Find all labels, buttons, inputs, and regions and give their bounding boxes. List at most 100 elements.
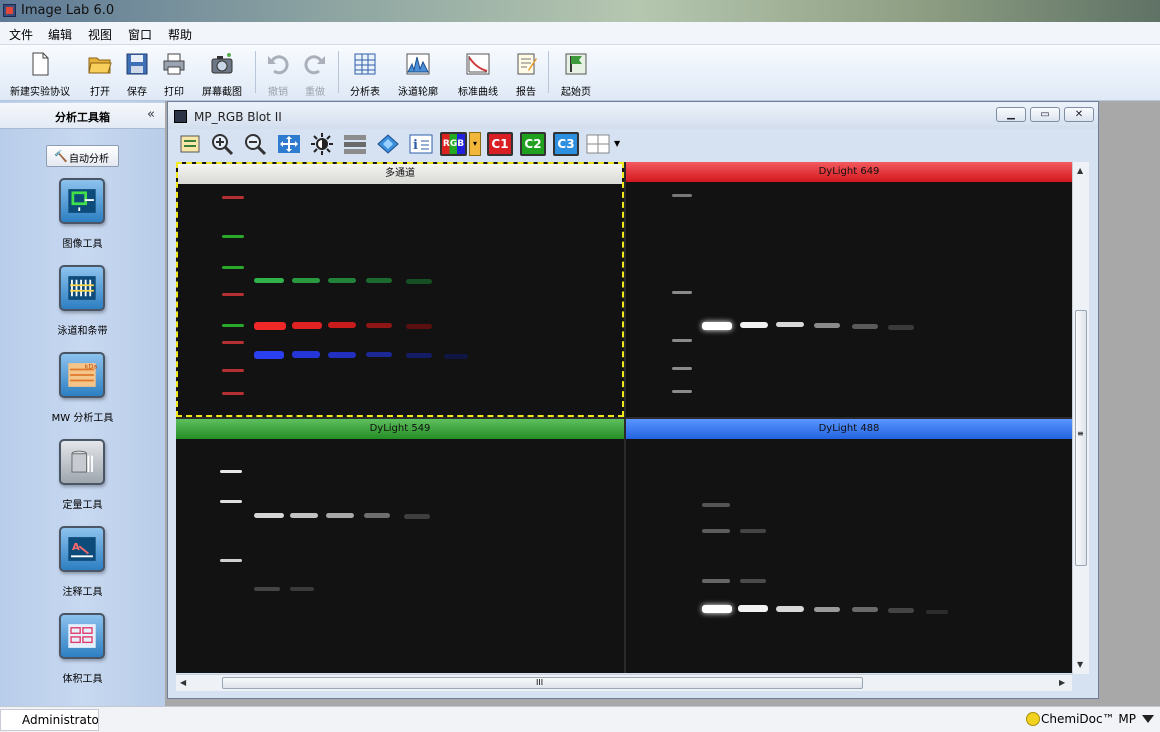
toolbar-separator: [548, 51, 549, 93]
fit-window-icon[interactable]: [276, 132, 302, 156]
channel-2-button[interactable]: C2: [520, 132, 546, 156]
scroll-left-arrow-icon[interactable]: ◀: [180, 678, 186, 687]
analysis-toolbox-panel: 分析工具箱 « 🔨 自动分析 图像工具 泳道和条带 kDa MW 分析工具 定量…: [0, 101, 165, 706]
image-transform-icon[interactable]: [178, 132, 204, 156]
multichannel-pane[interactable]: 多通道: [176, 162, 624, 417]
menu-window[interactable]: 窗口: [128, 26, 152, 43]
document-title-bar: MP_RGB Blot II ▁ ▭ ✕: [168, 102, 1098, 129]
open-button[interactable]: 打开: [82, 49, 118, 99]
horizontal-scroll-thumb[interactable]: III: [222, 677, 863, 689]
dylight-549-image: [176, 439, 624, 673]
redo-icon: [304, 55, 325, 75]
collapse-panel-icon[interactable]: «: [147, 107, 155, 122]
volume-tools-icon: [59, 613, 105, 659]
vertical-scrollbar[interactable]: ▲ ≡ ▼: [1072, 162, 1089, 674]
restore-button[interactable]: ▭: [1030, 107, 1060, 122]
current-user: Administrator: [0, 709, 99, 731]
dylight-649-image: [626, 182, 1072, 417]
document-icon: [174, 110, 187, 123]
vertical-scroll-thumb[interactable]: ≡: [1075, 310, 1087, 566]
image-info-icon[interactable]: i: [408, 132, 434, 156]
scroll-right-arrow-icon[interactable]: ▶: [1059, 678, 1065, 687]
app-title: Image Lab 6.0: [21, 3, 115, 18]
dylight-649-pane[interactable]: DyLight 649: [626, 162, 1072, 417]
annotation-tools-icon: A: [59, 526, 105, 572]
warning-icon: [1026, 712, 1040, 726]
report-button[interactable]: 报告: [510, 49, 542, 99]
main-toolbar: 新建实验协议 打开 保存 打印 屏幕截图 撤销 重做 分析表 泳道轮廓 标准曲线…: [0, 45, 1160, 101]
lane-profile-icon: [406, 53, 430, 75]
device-dropdown-icon[interactable]: [1142, 715, 1154, 723]
menu-edit[interactable]: 编辑: [48, 26, 72, 43]
report-icon: [517, 53, 537, 75]
image-document-window: MP_RGB Blot II ▁ ▭ ✕ i RGB ▾ C1 C2 C3 ▼ …: [167, 101, 1099, 699]
menu-file[interactable]: 文件: [9, 26, 33, 43]
redo-button[interactable]: 重做: [299, 49, 331, 99]
camera-icon: [211, 53, 233, 74]
auto-analysis-button[interactable]: 🔨 自动分析: [46, 145, 119, 167]
channel-1-button[interactable]: C1: [487, 132, 513, 156]
rgb-channel-button[interactable]: RGB: [440, 132, 467, 156]
3d-view-icon[interactable]: [375, 132, 401, 156]
device-name: ChemiDoc™ MP: [1041, 712, 1136, 726]
quantity-tools-icon: [59, 439, 105, 485]
app-icon: [3, 4, 16, 17]
new-protocol-button[interactable]: 新建实验协议: [2, 49, 78, 99]
dylight-549-pane[interactable]: DyLight 549: [176, 419, 624, 673]
minimize-button[interactable]: ▁: [996, 107, 1026, 122]
screenshot-button[interactable]: 屏幕截图: [196, 49, 248, 99]
standard-curve-icon: [466, 53, 490, 75]
undo-button[interactable]: 撤销: [262, 49, 294, 99]
pane-header: 多通道: [178, 164, 622, 184]
lanes-bands-icon: [59, 265, 105, 311]
scroll-down-arrow-icon[interactable]: ▼: [1077, 660, 1083, 669]
mw-analysis-button[interactable]: kDa MW 分析工具: [0, 352, 165, 434]
scroll-up-arrow-icon[interactable]: ▲: [1077, 166, 1083, 175]
mw-analysis-icon: kDa: [59, 352, 105, 398]
image-toolbar: i RGB ▾ C1 C2 C3 ▼: [168, 129, 1098, 160]
image-tools-button[interactable]: 图像工具: [0, 178, 165, 260]
layout-dropdown-arrow-icon[interactable]: ▼: [614, 132, 626, 156]
volume-tools-button[interactable]: 体积工具: [0, 613, 165, 695]
analysis-table-button[interactable]: 分析表: [345, 49, 385, 99]
lanes-bands-button[interactable]: 泳道和条带: [0, 265, 165, 347]
zoom-in-icon[interactable]: [210, 132, 236, 156]
lane-profile-button[interactable]: 泳道轮廓: [393, 49, 443, 99]
document-title: MP_RGB Blot II: [194, 110, 282, 124]
start-page-icon: [565, 53, 587, 75]
undo-icon: [268, 55, 289, 75]
layout-grid-icon[interactable]: [585, 132, 611, 156]
pane-header: DyLight 549: [176, 419, 624, 439]
lanes-toggle-icon[interactable]: [342, 132, 368, 156]
channel-3-button[interactable]: C3: [553, 132, 579, 156]
menu-view[interactable]: 视图: [88, 26, 112, 43]
print-button[interactable]: 打印: [157, 49, 191, 99]
svg-text:A: A: [72, 542, 80, 553]
magic-wand-icon: 🔨: [54, 150, 68, 163]
menu-bar: 文件 编辑 视图 窗口 帮助: [0, 22, 1160, 45]
toolbox-header: 分析工具箱 «: [0, 103, 165, 129]
image-viewer[interactable]: 多通道 DyLight 649 DyLight 549 DyLight 488: [176, 162, 1072, 673]
svg-text:kDa: kDa: [85, 363, 98, 371]
save-button[interactable]: 保存: [120, 49, 154, 99]
new-document-icon: [32, 52, 49, 76]
toolbox-title: 分析工具箱: [55, 111, 110, 124]
zoom-out-icon[interactable]: [243, 132, 269, 156]
standard-curve-button[interactable]: 标准曲线: [452, 49, 504, 99]
dylight-488-pane[interactable]: DyLight 488: [626, 419, 1072, 673]
quantity-tools-button[interactable]: 定量工具: [0, 439, 165, 521]
toolbar-separator: [255, 51, 256, 93]
multichannel-image: [178, 184, 622, 415]
start-page-button[interactable]: 起始页: [556, 49, 596, 99]
rgb-dropdown-arrow-icon[interactable]: ▾: [469, 132, 481, 156]
table-icon: [354, 53, 376, 75]
pane-header: DyLight 649: [626, 162, 1072, 182]
image-tools-icon: [59, 178, 105, 224]
save-disk-icon: [126, 53, 148, 75]
menu-help[interactable]: 帮助: [168, 26, 192, 43]
toolbar-separator: [338, 51, 339, 93]
horizontal-scrollbar[interactable]: ◀ III ▶: [176, 674, 1072, 691]
close-button[interactable]: ✕: [1064, 107, 1094, 122]
brightness-icon[interactable]: [309, 132, 335, 156]
annotation-tools-button[interactable]: A 注释工具: [0, 526, 165, 608]
